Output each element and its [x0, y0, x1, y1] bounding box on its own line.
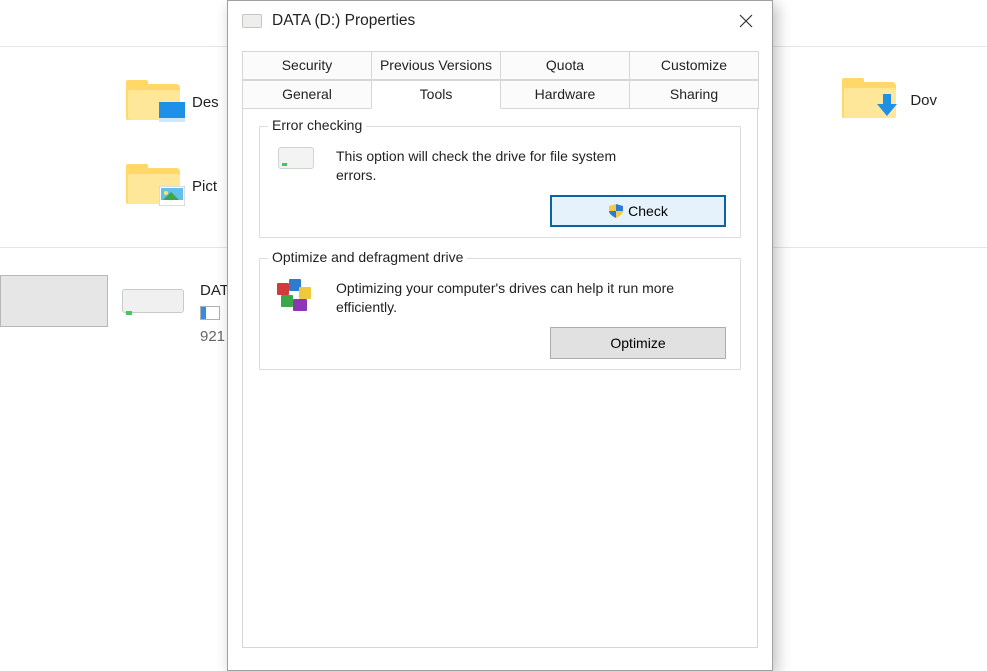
- close-button[interactable]: [724, 5, 768, 37]
- shield-icon: [608, 203, 624, 219]
- optimize-button[interactable]: Optimize: [550, 327, 726, 359]
- drive-icon: [242, 14, 262, 28]
- dialog-title: DATA (D:) Properties: [272, 12, 415, 30]
- check-button-label: Check: [628, 203, 668, 219]
- titlebar[interactable]: DATA (D:) Properties: [228, 1, 772, 41]
- folder-icon: [126, 164, 182, 208]
- tab-body: Error checking This option will check th…: [242, 108, 758, 648]
- group-error-checking: Error checking This option will check th…: [259, 126, 741, 238]
- optimize-desc: Optimizing your computer's drives can he…: [336, 279, 676, 317]
- group-optimize: Optimize and defragment drive Optimizing…: [259, 258, 741, 370]
- folder-downloads[interactable]: Dov: [842, 78, 937, 122]
- tab-security[interactable]: Security: [242, 51, 372, 80]
- folder-pictures[interactable]: Pict: [126, 164, 217, 208]
- check-button[interactable]: Check: [550, 195, 726, 227]
- folder-icon: [126, 80, 182, 124]
- group-title: Optimize and defragment drive: [268, 249, 467, 265]
- drive-usage-bar: [200, 306, 220, 320]
- optimize-button-label: Optimize: [610, 335, 665, 351]
- tab-tools[interactable]: Tools: [371, 80, 501, 109]
- close-icon: [739, 14, 753, 28]
- tab-row-1: Security Previous Versions Quota Customi…: [242, 51, 758, 80]
- drive-name: DAT: [200, 282, 229, 299]
- drive-icon: [274, 147, 318, 169]
- folder-label: Dov: [910, 92, 937, 109]
- tab-row-2: General Tools Hardware Sharing: [242, 80, 758, 109]
- folder-desktop[interactable]: Des: [126, 80, 219, 124]
- sidebar-selection[interactable]: [0, 275, 108, 327]
- folder-icon: [842, 78, 898, 122]
- drive-subtext: 921: [200, 328, 225, 345]
- error-check-desc: This option will check the drive for fil…: [336, 147, 636, 185]
- group-title: Error checking: [268, 117, 366, 133]
- tab-quota[interactable]: Quota: [500, 51, 630, 80]
- tab-sharing[interactable]: Sharing: [629, 80, 759, 109]
- tab-previous-versions[interactable]: Previous Versions: [371, 51, 501, 80]
- tab-general[interactable]: General: [242, 80, 372, 109]
- folder-label: Pict: [192, 178, 217, 195]
- defrag-icon: [274, 279, 318, 317]
- folder-label: Des: [192, 94, 219, 111]
- tab-area: Security Previous Versions Quota Customi…: [242, 51, 758, 648]
- drive-icon: [122, 279, 192, 319]
- tab-hardware[interactable]: Hardware: [500, 80, 630, 109]
- properties-dialog: DATA (D:) Properties Security Previous V…: [227, 0, 773, 671]
- tab-customize[interactable]: Customize: [629, 51, 759, 80]
